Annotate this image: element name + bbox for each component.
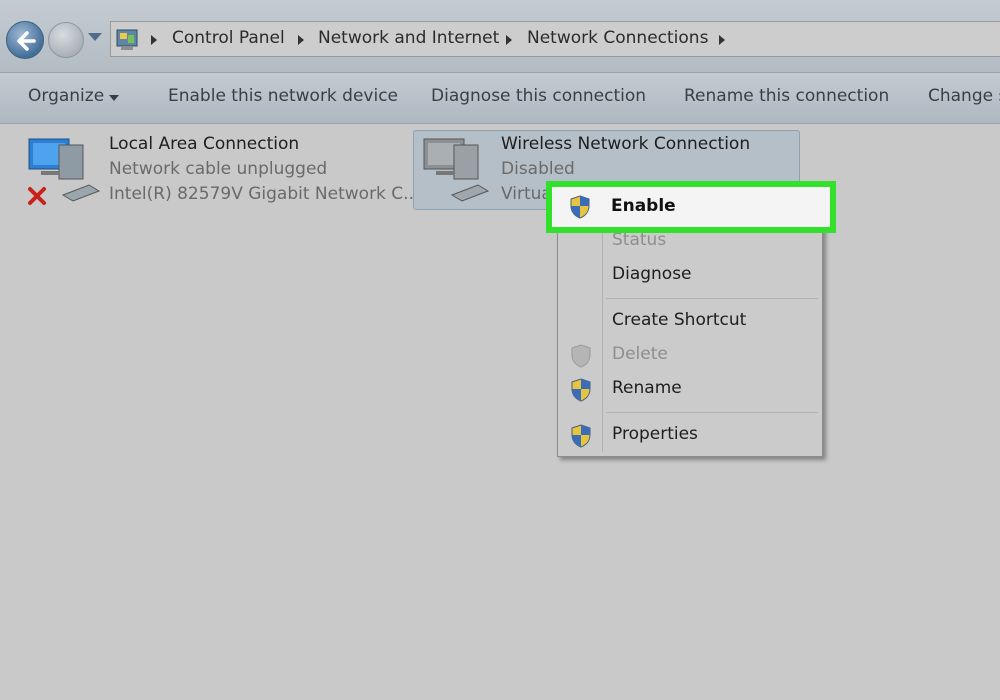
breadcrumb-network-and-internet[interactable]: Network and Internet [318, 28, 499, 48]
connections-view [0, 125, 1000, 700]
command-toolbar: Organize Enable this network device Diag… [0, 72, 1000, 124]
connection-status: Disabled [501, 159, 575, 179]
organize-dropdown-icon[interactable] [109, 95, 119, 101]
menu-separator [606, 298, 818, 299]
network-computer-disabled-icon [423, 138, 490, 202]
breadcrumb-network-connections[interactable]: Network Connections [527, 28, 708, 48]
menu-item-enable[interactable]: Enable [546, 181, 836, 233]
menu-item-diagnose[interactable]: Diagnose [558, 260, 822, 290]
breadcrumb-separator-icon[interactable] [298, 35, 304, 45]
rename-connection-button[interactable]: Rename this connection [684, 86, 889, 106]
menu-item-label: Properties [612, 424, 698, 444]
menu-item-label: Rename [612, 378, 682, 398]
breadcrumb-separator-icon[interactable] [506, 35, 512, 45]
connection-status: Network cable unplugged [109, 159, 328, 179]
back-arrow-icon [17, 31, 36, 51]
control-panel-icon [116, 29, 138, 50]
diagnose-connection-button[interactable]: Diagnose this connection [431, 86, 646, 106]
connection-name: Local Area Connection [109, 134, 300, 154]
menu-item-label: Enable [611, 196, 676, 216]
menu-item-create-shortcut[interactable]: Create Shortcut [558, 306, 822, 336]
menu-item-rename[interactable]: Rename [558, 374, 822, 404]
shield-icon [571, 344, 591, 368]
breadcrumb-separator-icon[interactable] [719, 35, 725, 45]
address-strip: Control Panel Network and Internet Netwo… [0, 0, 1000, 72]
disconnected-x-icon [28, 187, 46, 205]
organize-button[interactable]: Organize [28, 86, 104, 106]
menu-item-delete[interactable]: Delete [558, 340, 822, 370]
enable-device-button[interactable]: Enable this network device [168, 86, 398, 106]
menu-item-label: Delete [612, 344, 668, 364]
menu-item-properties[interactable]: Properties [558, 420, 822, 450]
back-button[interactable] [6, 21, 44, 59]
menu-item-label: Diagnose [612, 264, 692, 284]
menu-separator [606, 412, 818, 413]
uac-shield-icon [571, 378, 591, 402]
connection-name: Wireless Network Connection [501, 134, 751, 154]
menu-item-label: Status [612, 230, 667, 250]
uac-shield-icon [571, 424, 591, 448]
forward-button[interactable] [48, 22, 84, 58]
change-settings-button[interactable]: Change s [928, 86, 1000, 106]
connection-device: Intel(R) 82579V Gigabit Network C... [109, 184, 420, 204]
breadcrumb-separator-icon [151, 35, 157, 45]
menu-item-label: Create Shortcut [612, 310, 747, 330]
uac-shield-icon [570, 195, 590, 219]
address-bar[interactable]: Control Panel Network and Internet Netwo… [110, 21, 1000, 57]
connection-device: Virtua [501, 184, 552, 204]
breadcrumb-control-panel[interactable]: Control Panel [172, 28, 285, 48]
recent-pages-dropdown-icon[interactable] [88, 33, 102, 41]
